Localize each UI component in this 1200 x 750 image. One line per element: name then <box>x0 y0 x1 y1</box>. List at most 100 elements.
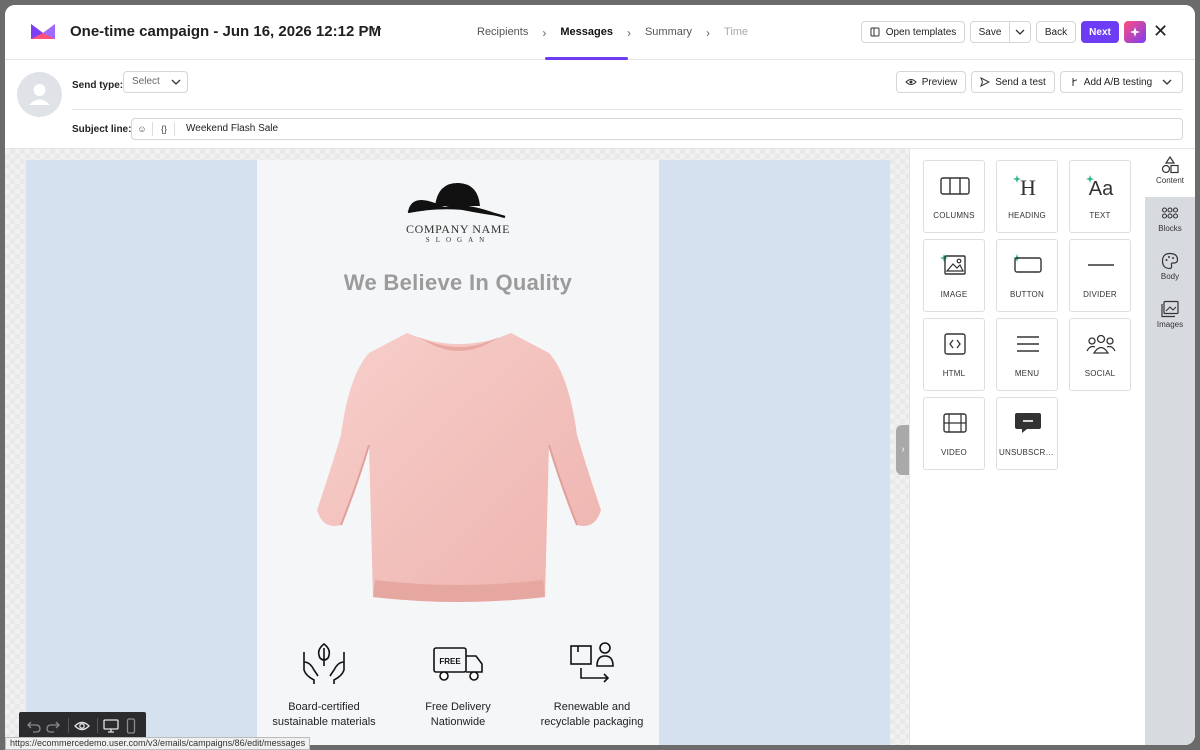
top-bar: One-time campaign - Jun 16, 2026 12:12 P… <box>5 5 1195 60</box>
chevron-down-icon <box>1162 79 1172 85</box>
hat-logo-icon <box>407 182 506 219</box>
tool-label: UNSUBSCRI... <box>999 448 1056 457</box>
tool-divider[interactable]: DIVIDER <box>1069 239 1131 312</box>
company-slogan: SLOGAN <box>425 236 491 244</box>
send-test-button[interactable]: Send a test <box>971 71 1055 93</box>
email-body-left-panel <box>26 160 257 745</box>
tool-label: SOCIAL <box>1084 369 1116 378</box>
desktop-view-icon[interactable] <box>103 718 119 734</box>
sweater-product-image[interactable] <box>309 325 609 615</box>
subject-line-label: Subject line: <box>72 124 132 135</box>
email-headline: We Believe In Quality <box>343 270 573 295</box>
tool-text[interactable]: Aa TEXT <box>1069 160 1131 233</box>
ab-testing-button[interactable]: Add A/B testing <box>1060 71 1183 93</box>
video-icon <box>943 413 967 433</box>
feature-line: Free Delivery <box>425 701 491 713</box>
send-type-select[interactable]: Select <box>123 71 188 93</box>
save-button[interactable]: Save <box>970 21 1010 43</box>
images-icon <box>1161 300 1179 318</box>
tool-label: BUTTON <box>1010 290 1044 299</box>
columns-icon <box>940 177 970 195</box>
ai-assistant-button[interactable] <box>1124 21 1146 43</box>
email-canvas: COMPANY NAME SLOGAN We Believe In Qualit… <box>5 149 909 745</box>
preview-label: Preview <box>921 76 958 88</box>
open-templates-button[interactable]: Open templates <box>861 21 965 43</box>
preview-button[interactable]: Preview <box>896 71 966 93</box>
send-icon <box>980 77 991 87</box>
text-glyph: Aa <box>1089 178 1114 199</box>
status-bar-url: https://ecommercedemo.user.com/v3/emails… <box>5 737 311 750</box>
rail-tab-images[interactable]: Images <box>1145 293 1195 341</box>
rail-tab-content[interactable]: Content <box>1145 149 1195 197</box>
sender-avatar[interactable] <box>17 72 62 117</box>
tool-video[interactable]: VIDEO <box>923 397 985 470</box>
feature-recyclable: Renewable and recyclable packaging <box>525 640 659 730</box>
tool-social[interactable]: SOCIAL <box>1069 318 1131 391</box>
email-content-area[interactable]: COMPANY NAME SLOGAN We Believe In Qualit… <box>257 160 659 745</box>
collapse-panel-tab[interactable]: › <box>896 425 910 475</box>
button-icon <box>1014 257 1042 273</box>
heading-glyph: H <box>1020 175 1036 199</box>
save-options-button[interactable] <box>1009 21 1031 43</box>
truck-label: FREE <box>439 657 461 666</box>
tool-label: HTML <box>942 369 966 378</box>
delivery-truck-icon: FREE <box>433 647 483 681</box>
rail-tab-blocks[interactable]: Blocks <box>1145 197 1195 245</box>
company-name: COMPANY NAME <box>406 222 510 236</box>
image-icon <box>944 255 966 275</box>
tool-menu[interactable]: MENU <box>996 318 1058 391</box>
chevron-right-icon: › <box>626 25 631 40</box>
next-button[interactable]: Next <box>1081 21 1119 43</box>
undo-icon[interactable] <box>26 718 42 734</box>
html-icon <box>944 333 966 355</box>
step-messages[interactable]: Messages <box>545 5 628 60</box>
send-type-label: Send type: <box>72 80 124 91</box>
rail-label: Blocks <box>1158 224 1182 233</box>
close-icon[interactable]: ✕ <box>1153 21 1168 42</box>
editor-side-rail: Content Blocks Body Images <box>1145 149 1195 745</box>
more-options-icon[interactable]: ··· <box>365 20 384 38</box>
tool-button[interactable]: BUTTON <box>996 239 1058 312</box>
chevron-down-icon <box>171 79 181 85</box>
chevron-down-icon <box>1015 29 1025 35</box>
subject-line-value: Weekend Flash Sale <box>186 123 279 134</box>
feature-line: Board-certified <box>288 701 360 713</box>
open-templates-label: Open templates <box>885 26 957 38</box>
ab-testing-label: Add A/B testing <box>1083 76 1153 88</box>
social-icon <box>1086 334 1116 354</box>
rail-label: Images <box>1156 320 1184 329</box>
variables-icon[interactable]: {} <box>157 122 171 136</box>
separator <box>97 718 98 733</box>
send-type-value: Select <box>132 76 160 87</box>
send-test-label: Send a test <box>995 76 1046 88</box>
sparkle-icon <box>1130 27 1140 37</box>
tool-label: HEADING <box>1008 211 1046 220</box>
tool-label: DIVIDER <box>1083 290 1117 299</box>
content-tools-panel: COLUMNS H HEADING Aa TEXT IMAGE BUTTON D… <box>909 149 1145 745</box>
back-button[interactable]: Back <box>1036 21 1076 43</box>
rail-label: Body <box>1160 272 1180 281</box>
emoji-icon[interactable]: ☺ <box>135 122 149 136</box>
preview-eye-icon[interactable] <box>74 718 90 734</box>
redo-icon[interactable] <box>45 718 61 734</box>
step-recipients[interactable]: Recipients <box>473 5 532 60</box>
rail-tab-body[interactable]: Body <box>1145 245 1195 293</box>
tool-label: IMAGE <box>940 290 968 299</box>
branch-icon <box>1072 78 1077 86</box>
tool-image[interactable]: IMAGE <box>923 239 985 312</box>
tool-heading[interactable]: H HEADING <box>996 160 1058 233</box>
tool-label: COLUMNS <box>933 211 975 220</box>
feature-line: sustainable materials <box>272 716 376 728</box>
feature-line: recyclable packaging <box>540 716 644 728</box>
unsubscribe-icon <box>1015 413 1041 433</box>
tool-unsubscribe[interactable]: UNSUBSCRI... <box>996 397 1058 470</box>
step-summary[interactable]: Summary <box>641 5 696 60</box>
tool-columns[interactable]: COLUMNS <box>923 160 985 233</box>
chevron-right-icon: › <box>542 25 547 40</box>
menu-icon <box>1017 336 1039 352</box>
feature-text: Free Delivery Nationwide <box>391 700 525 730</box>
app-window: One-time campaign - Jun 16, 2026 12:12 P… <box>5 5 1195 745</box>
tool-html[interactable]: HTML <box>923 318 985 391</box>
subject-line-input[interactable]: ☺ {} Weekend Flash Sale <box>131 118 1183 140</box>
mobile-view-icon[interactable] <box>123 718 139 734</box>
